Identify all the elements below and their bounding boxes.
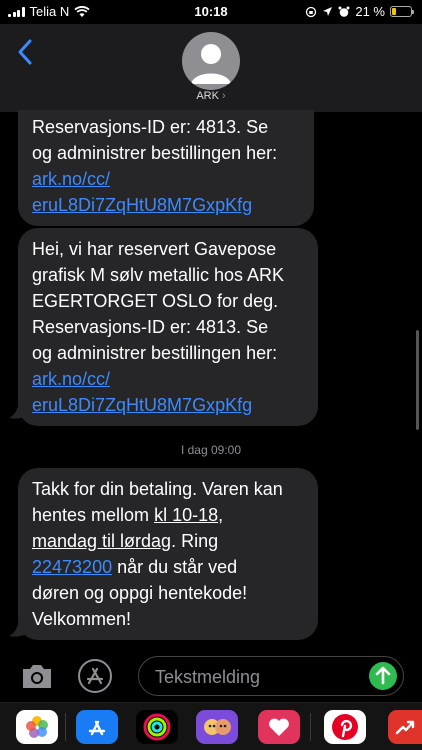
send-arrow-icon [375, 666, 391, 685]
person-silhouette-icon [191, 44, 231, 84]
message-line: Hei, vi har reservert Gavepose [32, 239, 277, 259]
trending-app-icon[interactable] [388, 710, 422, 744]
photos-app-icon[interactable] [16, 710, 58, 744]
message-line: døren og oppgi hentekode! [32, 583, 248, 603]
opening-hours-link[interactable]: kl 10-18 [154, 505, 218, 525]
battery-icon [390, 6, 414, 17]
contact-chevron-icon: › [222, 90, 226, 102]
pinterest-logo-icon [332, 714, 358, 740]
app-store-button[interactable] [78, 659, 112, 693]
screen-lock-icon [306, 6, 317, 17]
scroll-indicator[interactable] [416, 330, 419, 430]
drawer-divider [310, 713, 311, 741]
link-line: eruL8Di7ZqHtU8M7GxpKfg [32, 395, 253, 415]
bubble-tail [9, 402, 27, 419]
message-line: hentes mellom kl 10-18, [32, 502, 304, 528]
app-store-icon [86, 667, 104, 685]
reservation-link[interactable]: ark.no/cc/ eruL8Di7ZqHtU8M7GxpKfg [32, 366, 304, 418]
heart-app-icon[interactable] [258, 710, 300, 744]
app-store-icon[interactable] [76, 710, 118, 744]
message-line: mandag til lørdag. Ring [32, 528, 304, 554]
heart-icon [269, 718, 289, 736]
back-chevron-icon[interactable] [16, 38, 36, 66]
message-line: grafisk M sølv metallic hos ARK [32, 265, 285, 285]
message-line: Takk for din betaling. Varen kan [32, 479, 283, 499]
message-text: , [218, 505, 224, 525]
trending-arrow-icon [395, 720, 415, 735]
phone-number-link[interactable]: 22473200 [32, 557, 112, 577]
status-bar: Telia N 10:18 21 % [0, 0, 422, 24]
battery-percent: 21 % [355, 4, 385, 19]
app-store-a-icon [88, 720, 106, 736]
link-line: ark.no/cc/ [32, 169, 111, 189]
status-right: 21 % [305, 4, 414, 19]
message-text: hentes mellom [32, 505, 155, 525]
link-line: eruL8Di7ZqHtU8M7GxpKfg [32, 195, 253, 215]
weekday-link[interactable]: mandag til lørdag [32, 531, 171, 551]
photos-flower-icon [26, 716, 48, 738]
battery-fill [392, 8, 396, 15]
contact-name-button[interactable]: ARK › [0, 90, 422, 102]
link-line: ark.no/cc/ [32, 369, 111, 389]
location-icon [323, 7, 333, 16]
message-bubble: Takk for din betaling. Varen kan hentes … [18, 468, 318, 640]
message-line: og administrer bestillingen her: [32, 343, 278, 363]
message-line: EGERTORGET OSLO for deg. [32, 291, 279, 311]
alarm-icon [338, 6, 350, 17]
message-bubble: Hei, vi har reservert Gavepose grafisk M… [18, 228, 318, 426]
drawer-divider [65, 713, 66, 741]
message-text: . Ring [171, 531, 219, 551]
memoji-app-icon[interactable] [196, 710, 238, 744]
reservation-link[interactable]: ark.no/cc/ eruL8Di7ZqHtU8M7GxpKfg [32, 166, 300, 218]
message-input[interactable]: Tekstmelding [138, 656, 404, 696]
composer-bar: Tekstmelding [0, 652, 422, 700]
message-bubble: Reservasjons-ID er: 4813. Se og administ… [18, 110, 314, 226]
contact-name: ARK [196, 90, 219, 102]
message-line: Reservasjons-ID er: 4813. Se [32, 117, 269, 137]
bubble-tail [9, 620, 27, 637]
app-drawer [0, 702, 422, 750]
message-input-placeholder: Tekstmelding [155, 667, 261, 687]
activity-rings-icon [143, 713, 171, 741]
message-line: Reservasjons-ID er: 4813. Se [32, 317, 269, 337]
send-button[interactable] [369, 662, 397, 690]
contact-avatar[interactable] [182, 32, 240, 90]
message-line: og administrer bestillingen her: [32, 143, 278, 163]
memoji-faces-icon [204, 719, 231, 735]
pinterest-app-icon[interactable] [324, 710, 366, 744]
activity-app-icon[interactable] [136, 710, 178, 744]
message-line: 22473200 når du står ved [32, 554, 304, 580]
timestamp: I dag 09:00 [180, 443, 242, 457]
conversation-header: ARK › [0, 24, 422, 112]
message-line: Velkommen! [32, 609, 132, 629]
camera-icon[interactable] [20, 662, 54, 690]
message-text: når du står ved [112, 557, 238, 577]
